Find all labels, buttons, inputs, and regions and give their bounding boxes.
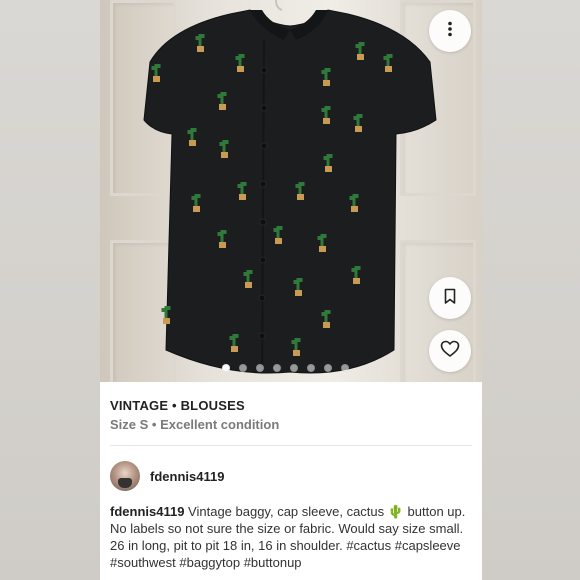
gallery-dot[interactable] bbox=[290, 364, 298, 372]
gallery-dot[interactable] bbox=[256, 364, 264, 372]
page-background-right bbox=[480, 0, 580, 580]
gallery-dot[interactable] bbox=[324, 364, 332, 372]
gallery-dot[interactable] bbox=[239, 364, 247, 372]
bookmark-button[interactable] bbox=[429, 277, 471, 319]
size-condition: Size S • Excellent condition bbox=[110, 417, 280, 432]
gallery-pagination bbox=[222, 364, 349, 372]
page-background-left bbox=[0, 0, 100, 580]
gallery-dot[interactable] bbox=[222, 364, 230, 372]
listing-description: fdennis4119 Vintage baggy, cap sleeve, c… bbox=[110, 503, 475, 571]
seller-username[interactable]: fdennis4119 bbox=[150, 469, 224, 484]
listing-photo[interactable] bbox=[100, 0, 482, 382]
seller-row[interactable]: fdennis4119 bbox=[110, 459, 224, 493]
brand-category[interactable]: VINTAGE • BLOUSES bbox=[110, 398, 245, 413]
divider bbox=[110, 445, 472, 446]
like-button[interactable] bbox=[429, 330, 471, 372]
more-vertical-icon bbox=[441, 20, 459, 43]
gallery-dot[interactable] bbox=[307, 364, 315, 372]
more-options-button[interactable] bbox=[429, 10, 471, 52]
gallery-dot[interactable] bbox=[273, 364, 281, 372]
avatar[interactable] bbox=[110, 461, 140, 491]
bookmark-icon bbox=[441, 287, 459, 310]
cactus-shirt-image bbox=[143, 0, 437, 374]
description-username[interactable]: fdennis4119 bbox=[110, 504, 184, 519]
heart-icon bbox=[440, 339, 460, 364]
gallery-dot[interactable] bbox=[341, 364, 349, 372]
listing-card: VINTAGE • BLOUSES Size S • Excellent con… bbox=[100, 0, 482, 580]
